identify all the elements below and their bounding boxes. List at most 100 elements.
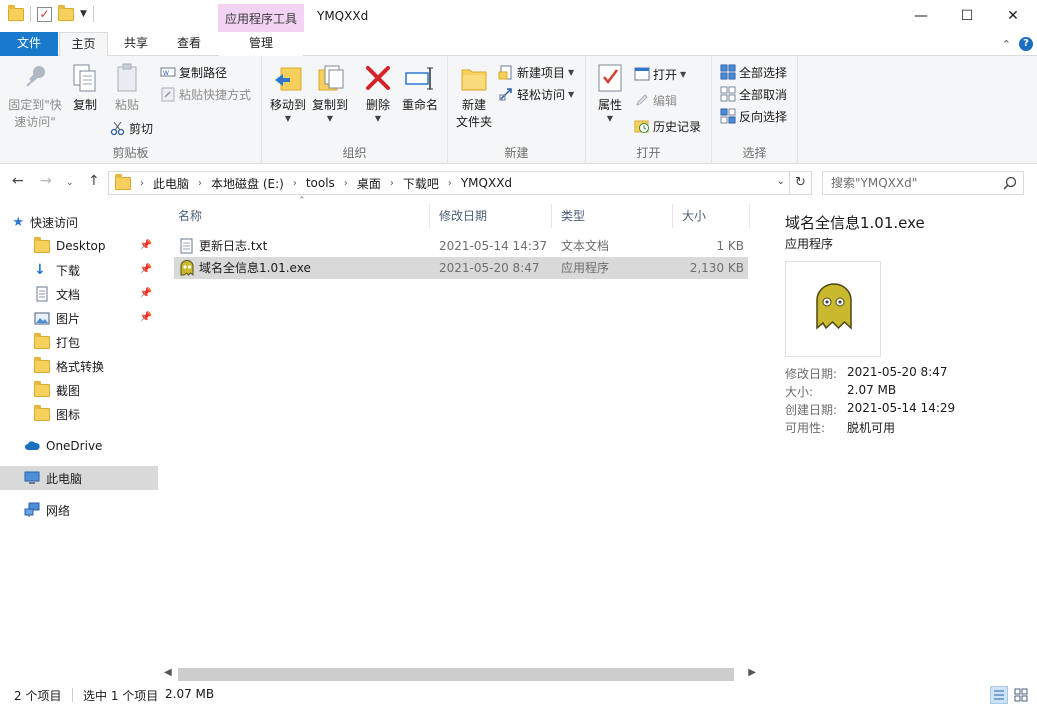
network-icon — [24, 502, 40, 518]
history-button[interactable]: 历史记录 — [634, 116, 701, 136]
properties-button[interactable]: 属性 ▼ — [592, 62, 628, 123]
nav-item-label: 图片 — [56, 311, 81, 326]
nav-item-downloads[interactable]: ↓ 下载 📌 — [0, 258, 158, 282]
nav-item-screenshots[interactable]: 截图 — [0, 378, 158, 402]
address-dropdown-chevron-icon[interactable]: ⌄ — [777, 176, 785, 187]
file-modified: 2021-05-14 14:37 — [439, 239, 548, 253]
tab-view[interactable]: 查看 — [165, 32, 213, 56]
tab-home[interactable]: 主页 — [59, 32, 108, 57]
maximize-button[interactable]: ☐ — [944, 0, 990, 32]
customize-toolbar-chevron-icon[interactable]: ▼ — [80, 9, 87, 19]
nav-item-icons[interactable]: 图标 — [0, 402, 158, 426]
breadcrumb-separator-icon[interactable]: › — [195, 178, 205, 189]
scroll-right-arrow-icon[interactable]: ▶ — [748, 667, 756, 678]
breadcrumb-tools[interactable]: tools — [300, 176, 341, 190]
cut-button[interactable]: 剪切 — [110, 118, 153, 138]
up-arrow-icon[interactable]: ↑ — [88, 173, 100, 189]
details-view-icon[interactable] — [990, 686, 1008, 704]
copy-to-button[interactable]: 复制到 ▼ — [308, 62, 352, 123]
close-button[interactable]: ✕ — [990, 0, 1036, 32]
breadcrumb-separator-icon[interactable]: › — [387, 178, 397, 189]
breadcrumb-local-disk[interactable]: 本地磁盘 (E:) — [205, 175, 290, 192]
paste-button[interactable]: 粘贴 — [108, 62, 146, 114]
column-header-size[interactable]: 大小 — [674, 204, 750, 228]
new-folder-icon[interactable] — [58, 4, 74, 21]
refresh-icon[interactable]: ↻ — [790, 171, 812, 195]
select-none-button[interactable]: 全部取消 — [720, 84, 787, 104]
tab-share[interactable]: 共享 — [112, 32, 160, 56]
folder-icon — [115, 173, 131, 190]
search-input[interactable] — [823, 172, 993, 194]
invert-selection-button[interactable]: 反向选择 — [720, 106, 787, 126]
pin-icon[interactable]: 📌 — [140, 288, 152, 299]
large-icons-view-icon[interactable] — [1012, 686, 1030, 704]
rename-button[interactable]: 重命名 — [400, 62, 440, 114]
edit-button[interactable]: 编辑 — [634, 90, 677, 110]
new-folder-button[interactable]: 新建 文件夹 — [452, 62, 496, 131]
nav-quick-access[interactable]: ★ 快速访问 — [0, 210, 158, 234]
tab-file[interactable]: 文件 — [0, 32, 58, 56]
breadcrumb-separator-icon[interactable]: › — [445, 178, 455, 189]
open-dropdown-icon: ▼ — [680, 69, 687, 79]
help-icon[interactable]: ? — [1019, 37, 1033, 51]
nav-onedrive[interactable]: OneDrive — [0, 434, 158, 458]
column-header-type[interactable]: 类型 — [553, 204, 673, 228]
edit-label: 编辑 — [653, 93, 678, 108]
breadcrumb-downloads[interactable]: 下载吧 — [397, 175, 445, 192]
file-size: 2,130 KB — [689, 261, 744, 275]
nav-this-pc[interactable]: 此电脑 — [0, 466, 158, 490]
breadcrumb-separator-icon[interactable]: › — [290, 178, 300, 189]
delete-button[interactable]: 删除 ▼ — [362, 62, 394, 123]
file-list: ⌃ 名称 修改日期 类型 大小 更新日志.txt 2021-05-14 14:3… — [160, 196, 760, 686]
pin-icon[interactable]: 📌 — [140, 264, 152, 275]
open-button[interactable]: 打开 ▼ — [634, 64, 686, 84]
copy-button[interactable]: 复制 — [68, 62, 102, 114]
address-bar[interactable]: › 此电脑 › 本地磁盘 (E:) › tools › 桌面 › 下载吧 › Y… — [108, 171, 790, 195]
new-item-button[interactable]: 新建项目 ▼ — [498, 62, 574, 82]
move-to-button[interactable]: 移动到 ▼ — [266, 62, 310, 123]
breadcrumb-separator-icon[interactable]: › — [341, 178, 351, 189]
breadcrumb-current-folder[interactable]: YMQXXd — [455, 176, 518, 190]
nav-item-format-conversion[interactable]: 格式转换 — [0, 354, 158, 378]
nav-item-packing[interactable]: 打包 — [0, 330, 158, 354]
file-name: 更新日志.txt — [199, 239, 268, 253]
back-arrow-icon[interactable]: ← — [12, 173, 24, 189]
details-prop-value: 脱机可用 — [847, 421, 896, 435]
breadcrumb-this-pc[interactable]: 此电脑 — [147, 175, 195, 192]
recent-locations-chevron-icon[interactable]: ⌄ — [66, 178, 74, 188]
paste-shortcut-icon — [160, 86, 176, 102]
forward-arrow-icon[interactable]: → — [40, 173, 52, 189]
properties-icon — [594, 62, 626, 94]
nav-item-pictures[interactable]: 图片 📌 — [0, 306, 158, 330]
minimize-button[interactable]: — — [898, 0, 944, 32]
column-header-modified[interactable]: 修改日期 — [431, 204, 552, 228]
paste-shortcut-button[interactable]: 粘贴快捷方式 — [160, 84, 251, 104]
scrollbar-thumb[interactable] — [178, 668, 734, 681]
breadcrumb-separator-icon[interactable]: › — [137, 178, 147, 189]
properties-check-icon[interactable]: ✓ — [37, 6, 52, 22]
easy-access-button[interactable]: 轻松访问 ▼ — [498, 84, 574, 104]
scroll-left-arrow-icon[interactable]: ◀ — [164, 667, 172, 678]
select-all-button[interactable]: 全部选择 — [720, 62, 787, 82]
breadcrumb-desktop[interactable]: 桌面 — [351, 175, 387, 192]
file-row[interactable]: 更新日志.txt 2021-05-14 14:37 文本文档 1 KB — [174, 235, 748, 257]
new-folder-label-line1: 新建 — [461, 98, 486, 112]
status-item-count: 2 个项目 — [14, 689, 62, 703]
divider — [30, 6, 31, 22]
nav-item-documents[interactable]: 文档 📌 — [0, 282, 158, 306]
nav-network[interactable]: 网络 — [0, 498, 158, 522]
pin-icon[interactable]: 📌 — [140, 312, 152, 323]
horizontal-scrollbar[interactable]: ◀ ▶ — [160, 666, 760, 683]
new-folder-icon — [458, 62, 490, 94]
collapse-ribbon-chevron-icon[interactable]: ⌃ — [1002, 38, 1011, 51]
new-group: 新建 文件夹 新建项目 ▼ 轻松访问 ▼ 新建 — [448, 56, 586, 164]
file-row[interactable]: 域名全信息1.01.exe 2021-05-20 8:47 应用程序 2,130… — [174, 257, 748, 279]
column-header-name[interactable]: 名称 — [170, 204, 430, 228]
copy-path-button[interactable]: W 复制路径 — [160, 62, 227, 82]
pin-icon[interactable]: 📌 — [140, 240, 152, 251]
pin-quick-access-button[interactable]: 固定到"快 速访问" — [6, 62, 64, 131]
tab-manage[interactable]: 管理 — [219, 32, 303, 56]
select-none-label: 全部取消 — [739, 87, 788, 102]
nav-item-desktop[interactable]: Desktop 📌 — [0, 234, 158, 258]
search-box[interactable] — [822, 171, 1024, 195]
